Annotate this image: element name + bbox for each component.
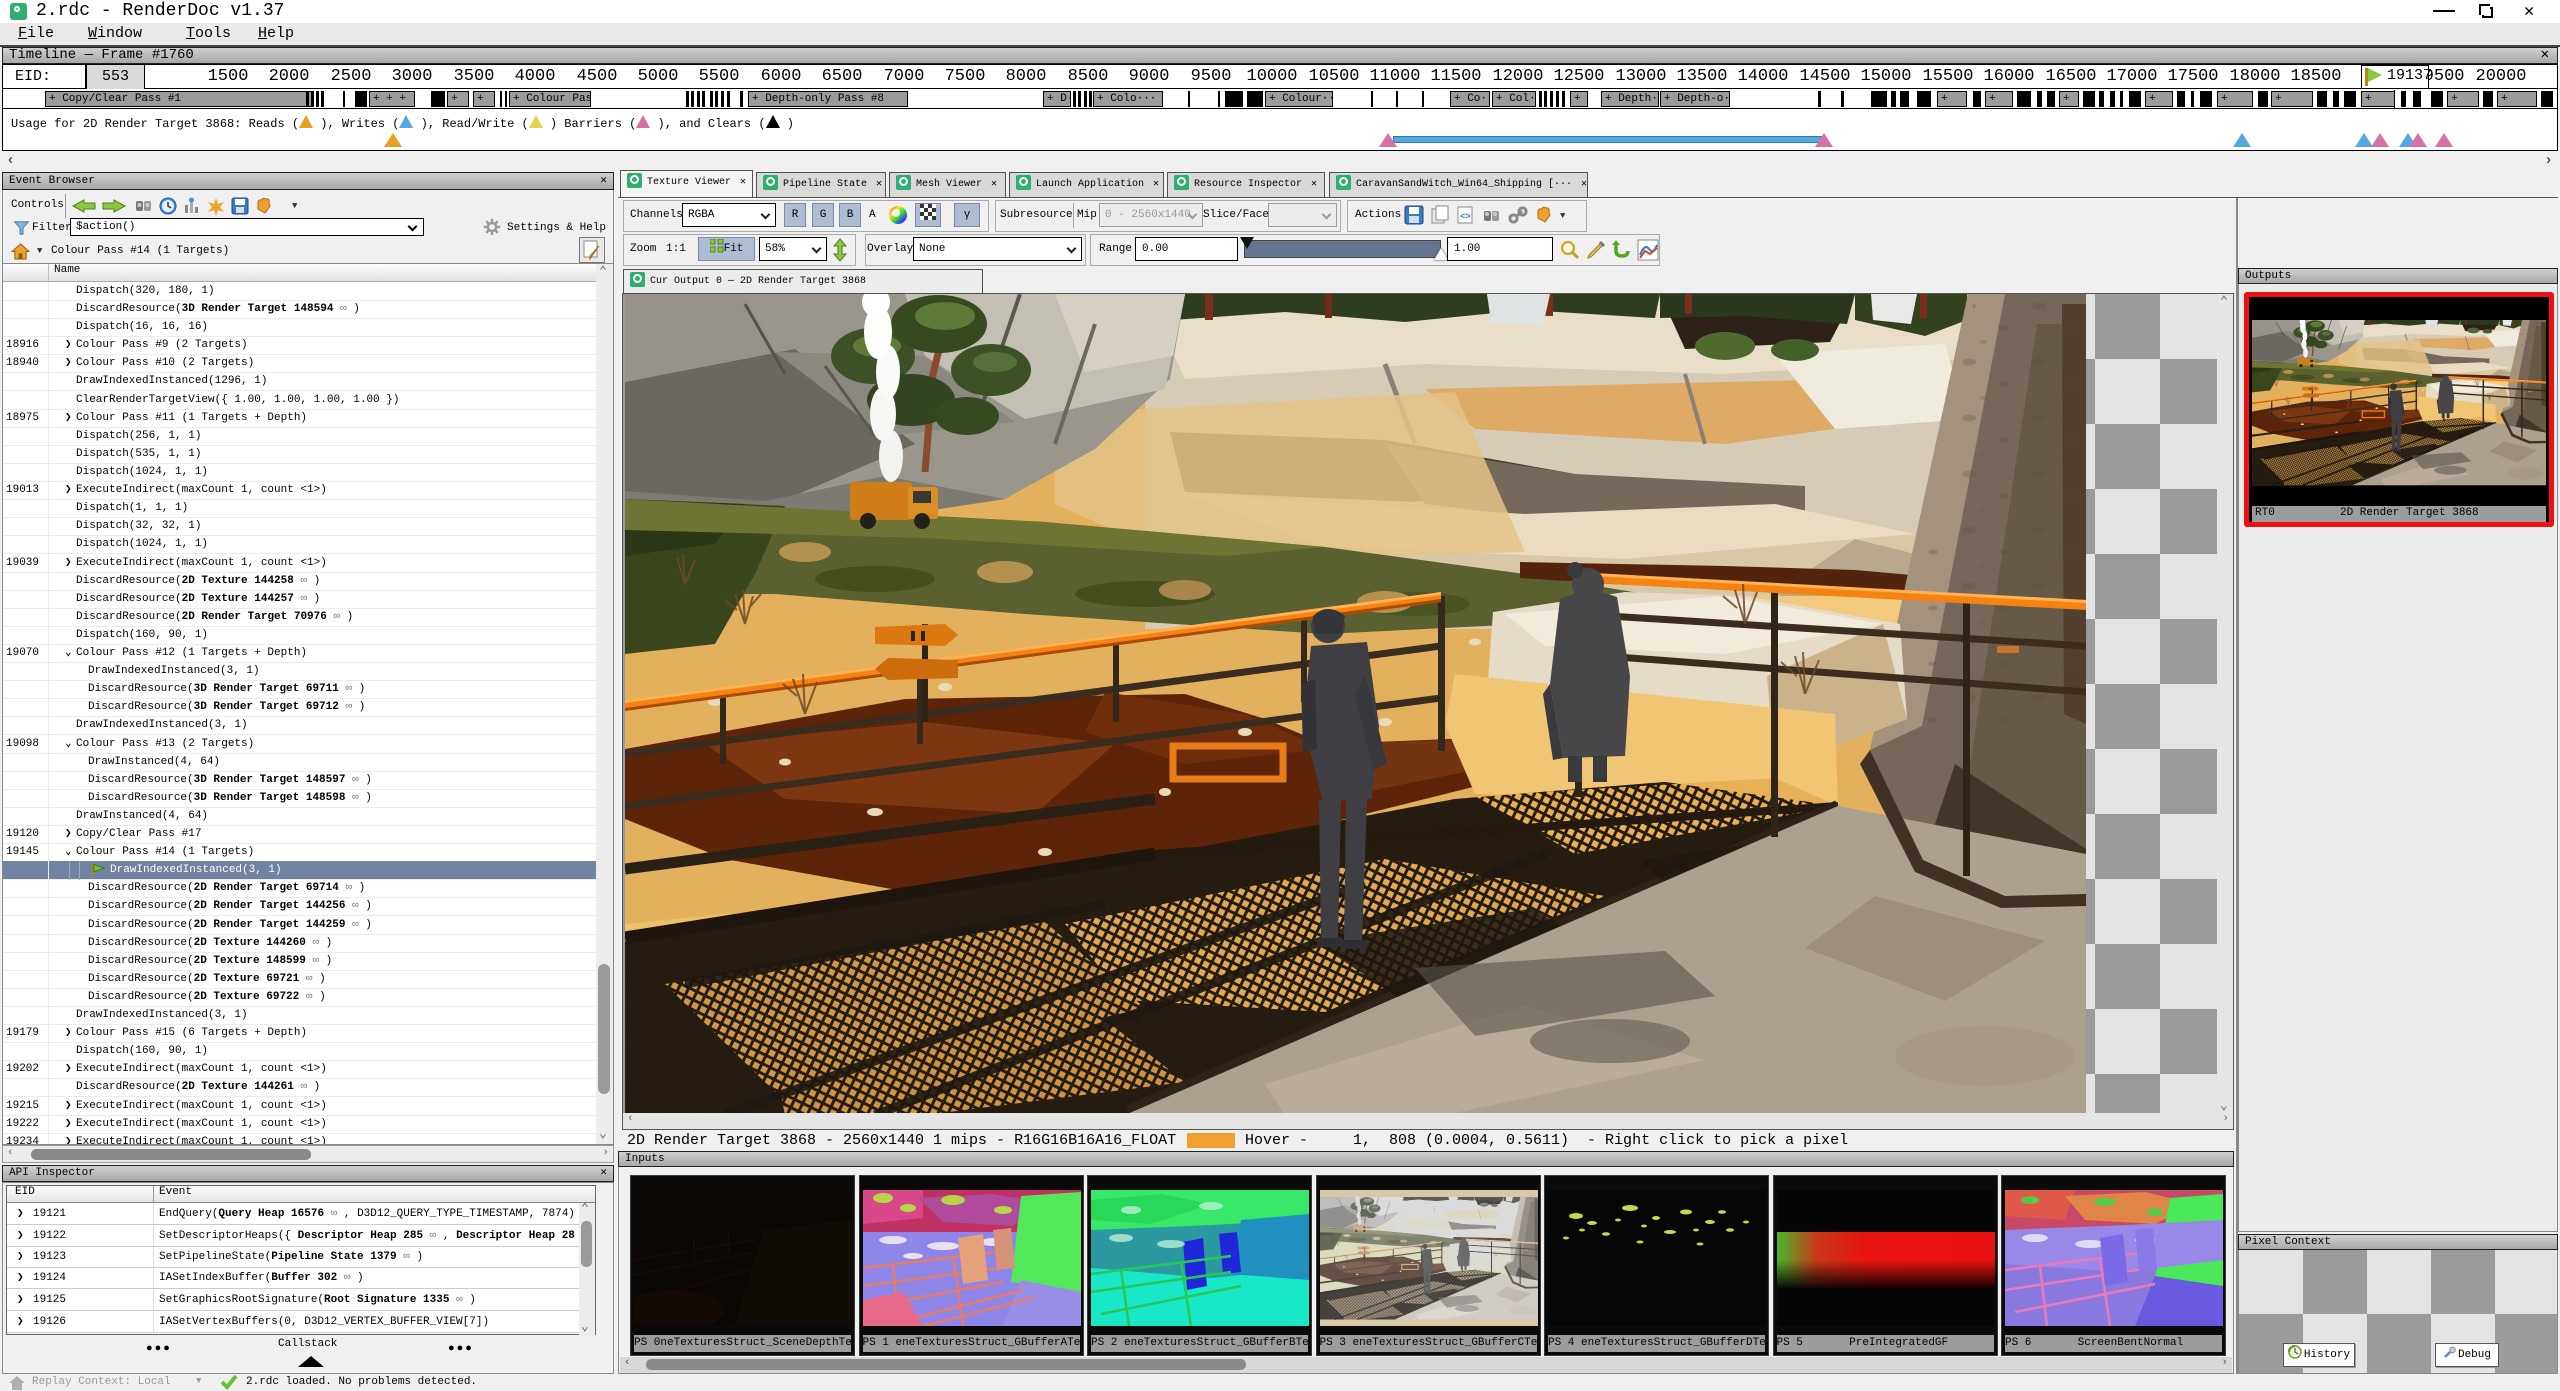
svg-text:<>: <>	[1460, 212, 1471, 222]
